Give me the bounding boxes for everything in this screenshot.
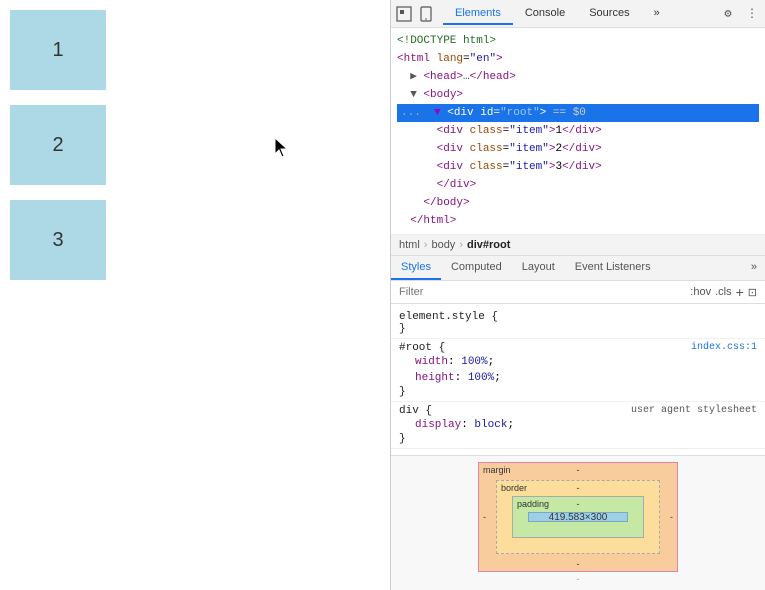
css-rules: element.style { } #root { index.css:1 wi… — [391, 304, 765, 455]
item-1-label: 1 — [52, 39, 63, 62]
devtools-top-tabs: Elements Console Sources » — [443, 3, 672, 25]
margin-label: margin — [483, 465, 511, 475]
css-rule-element-style: element.style { } — [391, 308, 765, 339]
breadcrumb: html › body › div#root — [391, 235, 765, 256]
tree-line-root[interactable]: ... ▼ <div id="root"> == $0 — [397, 104, 759, 122]
filter-input[interactable] — [399, 286, 684, 298]
padding-top-value: - — [577, 499, 580, 509]
css-rule-close-2: } — [399, 386, 757, 398]
prop-name-height: height — [415, 372, 455, 384]
tree-line-close-div: </div> — [397, 176, 759, 194]
devtools-panel: Elements Console Sources » ⚙ ⋮ <!DOCTYPE… — [390, 0, 765, 590]
tree-line-item1: <div class="item">1</div> — [397, 122, 759, 140]
tab-event-listeners[interactable]: Event Listeners — [565, 256, 661, 280]
tree-line-head[interactable]: ▶ <head>…</head> — [397, 68, 759, 86]
tab-elements[interactable]: Elements — [443, 3, 513, 25]
tree-line-item2: <div class="item">2</div> — [397, 140, 759, 158]
item-3-label: 3 — [52, 229, 63, 252]
css-prop-display: display: block; — [399, 417, 757, 433]
css-selector-div: div { user agent stylesheet — [399, 405, 757, 417]
breadcrumb-sep-2: › — [459, 239, 463, 251]
css-rule-close-3: } — [399, 433, 757, 445]
box-bottom-dash: - — [397, 574, 759, 584]
box-content-layer: 419.583×300 — [528, 512, 628, 522]
border-label: border — [501, 483, 527, 493]
box-model-diagram: margin - - - - border - padding - — [478, 462, 678, 572]
cls-button[interactable]: .cls — [715, 286, 732, 298]
prop-name-display: display — [415, 419, 461, 431]
css-rule-close-1: } — [399, 323, 757, 335]
item-3: 3 — [10, 200, 106, 280]
css-rule-root: #root { index.css:1 width: 100%; height:… — [391, 339, 765, 402]
prop-value-width: 100% — [461, 356, 487, 368]
filter-actions: :hov .cls + ⊡ — [690, 284, 757, 300]
css-selector-element-style: element.style { — [399, 311, 757, 323]
tree-line-doctype: <!DOCTYPE html> — [397, 32, 759, 50]
breadcrumb-body[interactable]: body — [431, 239, 455, 251]
prop-value-height: 100% — [468, 372, 494, 384]
css-prop-height: height: 100%; — [399, 370, 757, 386]
content-size-value: 419.583×300 — [549, 512, 608, 523]
padding-label: padding — [517, 499, 549, 509]
css-source-root[interactable]: index.css:1 — [691, 342, 757, 354]
add-style-button[interactable]: + — [736, 284, 744, 300]
tree-line-html: <html lang="en"> — [397, 50, 759, 68]
tree-line-item3: <div class="item">3</div> — [397, 158, 759, 176]
tab-more[interactable]: » — [642, 3, 672, 25]
css-prop-width: width: 100%; — [399, 354, 757, 370]
settings-icon[interactable]: ⚙ — [719, 5, 737, 23]
breadcrumb-sep-1: › — [424, 239, 428, 251]
tree-line-body[interactable]: ▼ <body> — [397, 86, 759, 104]
margin-top-value: - — [577, 465, 580, 475]
tab-styles[interactable]: Styles — [391, 256, 441, 280]
breadcrumb-html[interactable]: html — [399, 239, 420, 251]
tab-layout[interactable]: Layout — [512, 256, 565, 280]
devtools-toolbar: Elements Console Sources » ⚙ ⋮ — [391, 0, 765, 28]
item-2: 2 — [10, 105, 106, 185]
css-selector-root: #root { index.css:1 — [399, 342, 757, 354]
item-2-label: 2 — [52, 134, 63, 157]
box-model-section: margin - - - - border - padding - — [391, 455, 765, 590]
prop-value-display: block — [474, 419, 507, 431]
item-1: 1 — [10, 10, 106, 90]
inspector-icon[interactable] — [395, 5, 413, 23]
styles-section: Styles Computed Layout Event Listeners »… — [391, 256, 765, 590]
kebab-menu-icon[interactable]: ⋮ — [743, 5, 761, 23]
filter-bar: :hov .cls + ⊡ — [391, 281, 765, 304]
css-source-div: user agent stylesheet — [631, 405, 757, 417]
tree-line-close-html: </html> — [397, 212, 759, 230]
html-tree: <!DOCTYPE html> <html lang="en"> ▶ <head… — [391, 28, 765, 235]
device-toolbar-icon[interactable] — [417, 5, 435, 23]
toolbar-right-icons: ⚙ ⋮ — [719, 5, 761, 23]
expand-button[interactable]: ⊡ — [748, 286, 757, 299]
hov-button[interactable]: :hov — [690, 286, 711, 298]
border-top-value: - — [577, 483, 580, 493]
prop-name-width: width — [415, 356, 448, 368]
webpage-preview: 1 2 3 — [0, 0, 390, 590]
cursor-icon — [275, 138, 291, 158]
panel-tabs: Styles Computed Layout Event Listeners » — [391, 256, 765, 281]
tree-line-close-body: </body> — [397, 194, 759, 212]
margin-bottom-value: - — [577, 559, 580, 569]
margin-right-value: - — [670, 512, 673, 522]
breadcrumb-current[interactable]: div#root — [467, 239, 510, 251]
tab-sources[interactable]: Sources — [577, 3, 641, 25]
tab-computed[interactable]: Computed — [441, 256, 512, 280]
margin-left-value: - — [483, 512, 486, 522]
tab-console[interactable]: Console — [513, 3, 577, 25]
css-rule-div: div { user agent stylesheet display: blo… — [391, 402, 765, 449]
tab-more-panels[interactable]: » — [743, 256, 765, 280]
